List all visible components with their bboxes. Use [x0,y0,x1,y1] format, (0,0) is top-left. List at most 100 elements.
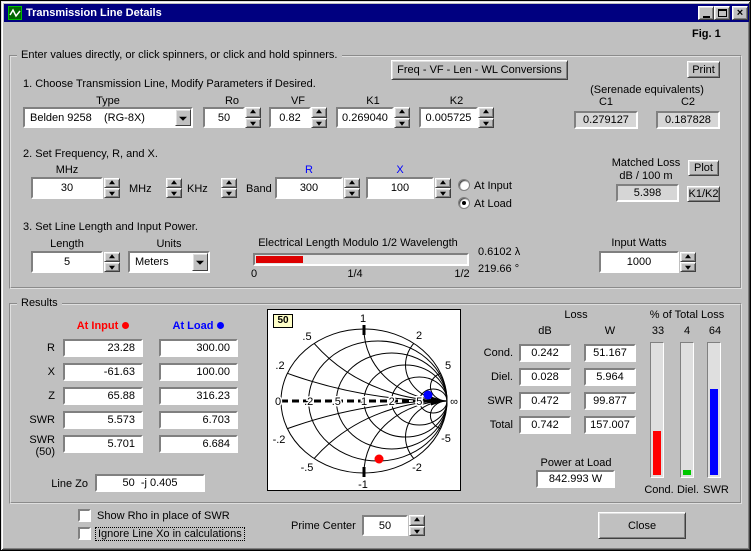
c1-field: 0.279127 [574,111,638,129]
svg-text:2: 2 [416,330,422,342]
length-spinner[interactable] [104,252,120,272]
spin-up-icon[interactable] [435,178,451,188]
z-at-load-field: 316.23 [159,387,238,405]
spin-up-icon[interactable] [311,107,327,118]
input-watts-field[interactable]: 1000 [599,251,679,273]
spin-down-icon[interactable] [221,188,237,198]
spin-down-icon[interactable] [680,262,696,272]
frequency-field[interactable]: 30 [31,177,103,199]
k1-field[interactable]: 0.269040 [336,107,394,128]
spin-down-icon[interactable] [166,188,182,198]
plot-button[interactable]: Plot [688,160,719,176]
loss-title: Loss [513,309,639,321]
mhz-spinner[interactable] [166,178,182,198]
close-window-button[interactable]: × [732,6,748,20]
swr-loss-fill [710,389,718,475]
type-combobox[interactable]: Belden 9258 (RG-8X) [23,107,193,128]
print-button[interactable]: Print [687,61,720,78]
spin-down-icon[interactable] [104,262,120,272]
at-input-radio-label[interactable]: At Input [474,180,512,192]
type-value: Belden 9258 (RG-8X) [25,109,175,126]
show-rho-checkbox[interactable] [78,509,91,522]
k2-field[interactable]: 0.005725 [419,107,478,128]
maximize-button[interactable] [714,6,730,20]
ignore-xo-checkbox[interactable] [78,527,91,540]
k2-spinner[interactable] [478,107,494,128]
section1-heading: 1. Choose Transmission Line, Modify Para… [23,78,316,90]
spin-up-icon[interactable] [221,178,237,188]
titlebar[interactable]: Transmission Line Details × [4,4,749,22]
k1-spinner[interactable] [394,107,410,128]
r-field[interactable]: 300 [275,177,343,199]
prime-center-field[interactable]: 50 [362,515,408,536]
conversions-button[interactable]: Freq - VF - Len - WL Conversions [391,60,568,80]
cond-pct-value: 33 [645,325,671,337]
spin-up-icon[interactable] [344,178,360,188]
at-load-radio-label[interactable]: At Load [474,198,512,210]
vf-spinner[interactable] [311,107,327,128]
loss-label-cond: Cond. [467,347,513,359]
results-groupbox-label: Results [17,297,62,309]
spin-down-icon[interactable] [344,188,360,198]
units-dropdown-icon[interactable] [192,253,208,271]
khz-spinner-label: KHz [187,183,208,195]
svg-text:0: 0 [275,396,281,408]
spin-down-icon[interactable] [394,118,410,129]
cond-loss-bar [650,342,664,478]
spin-up-icon[interactable] [478,107,494,118]
svg-text:.2: .2 [304,396,313,408]
prime-center-spinner[interactable] [409,515,425,536]
at-input-header: At Input [63,320,143,332]
scale-zero-label: 0 [251,268,257,280]
vf-field[interactable]: 0.82 [269,107,311,128]
spin-down-icon[interactable] [245,118,261,129]
spin-down-icon[interactable] [311,118,327,129]
spin-up-icon[interactable] [104,252,120,262]
row-label-r: R [13,342,55,354]
k1k2-button[interactable]: K1/K2 [687,186,720,202]
swr-pct-value: 64 [702,325,728,337]
spin-down-icon[interactable] [435,188,451,198]
at-input-marker-icon [122,322,129,329]
x-spinner[interactable] [435,178,451,198]
cond-w-field: 51.167 [584,344,636,362]
degrees-value: 219.66 ° [478,263,519,275]
ro-field[interactable]: 50 [203,107,245,128]
spin-down-icon[interactable] [104,188,120,198]
smith-chart-svg: 0 .2 .5 1 2 5 ∞ .2 .5 1 2 5 -.2 -.5 -1 -… [268,310,460,490]
at-load-radio[interactable] [458,197,470,209]
show-rho-label[interactable]: Show Rho in place of SWR [97,510,230,522]
input-watts-spinner[interactable] [680,252,696,272]
units-combobox[interactable]: Meters [128,251,210,273]
transmission-line-details-window: Transmission Line Details × Fig. 1 Enter… [0,0,751,551]
spin-up-icon[interactable] [409,515,425,526]
spin-up-icon[interactable] [680,252,696,262]
spin-up-icon[interactable] [245,107,261,118]
ignore-xo-label[interactable]: Ignore Line Xo in calculations [95,527,245,541]
spin-down-icon[interactable] [478,118,494,129]
khz-spinner[interactable] [221,178,237,198]
loss-label-swr: SWR [467,395,513,407]
spin-up-icon[interactable] [394,107,410,118]
type-dropdown-icon[interactable] [175,109,191,126]
power-at-load-label: Power at Load [513,457,639,469]
total-db-field: 0.742 [519,416,571,434]
scale-half-label: 1/2 [453,268,471,280]
spin-down-icon[interactable] [409,526,425,537]
ro-spinner[interactable] [245,107,261,128]
spin-up-icon[interactable] [104,178,120,188]
length-field[interactable]: 5 [31,251,103,273]
minimize-button[interactable] [698,6,714,20]
minimize-icon [703,16,710,18]
diel-w-field: 5.964 [584,368,636,386]
at-input-radio[interactable] [458,179,470,191]
close-button[interactable]: Close [598,512,686,539]
swr-at-input-field: 5.573 [63,411,143,429]
maximize-icon [718,9,727,17]
spin-up-icon[interactable] [166,178,182,188]
r-spinner[interactable] [344,178,360,198]
x-field[interactable]: 100 [366,177,434,199]
swr50-at-input-field: 5.701 [63,435,143,453]
svg-text:1: 1 [361,396,367,408]
frequency-spinner[interactable] [104,178,120,198]
